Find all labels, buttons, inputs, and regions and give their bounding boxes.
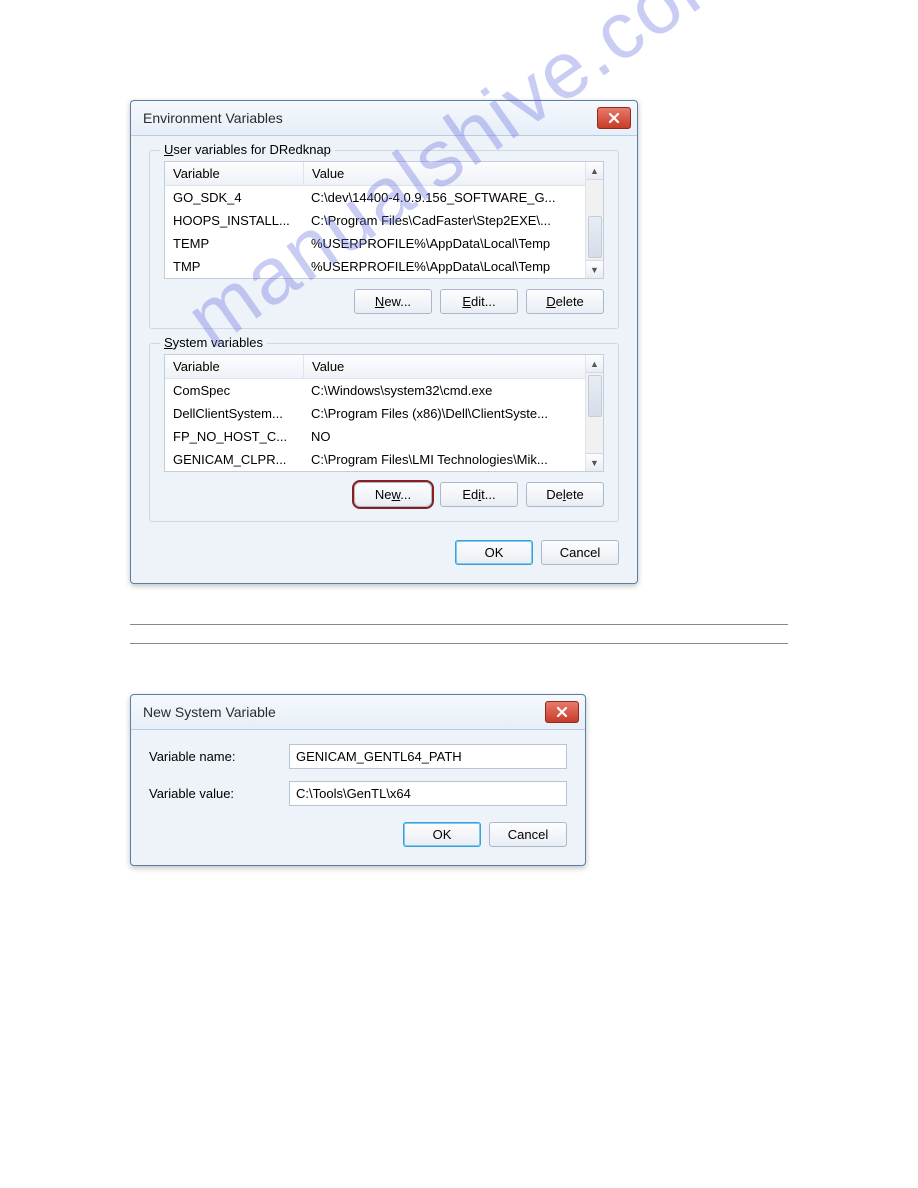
close-button[interactable] [597, 107, 631, 129]
table-row[interactable]: ComSpec C:\Windows\system32\cmd.exe [165, 379, 585, 402]
system-variables-table[interactable]: Variable Value ComSpec C:\Windows\system… [164, 354, 604, 472]
scroll-down-icon[interactable]: ▼ [586, 453, 603, 471]
variable-value-input[interactable] [289, 781, 567, 806]
ok-button[interactable]: OK [403, 822, 481, 847]
col-value[interactable]: Value [304, 162, 585, 185]
scroll-thumb[interactable] [588, 375, 602, 417]
table-row[interactable]: TEMP %USERPROFILE%\AppData\Local\Temp [165, 232, 585, 255]
table-row[interactable]: FP_NO_HOST_C... NO [165, 425, 585, 448]
table-header: Variable Value [165, 355, 585, 379]
user-variables-label: User variables for DRedknap [160, 142, 335, 157]
titlebar: New System Variable [131, 695, 585, 730]
close-icon [608, 112, 620, 124]
user-new-button[interactable]: New... [354, 289, 432, 314]
col-variable[interactable]: Variable [165, 162, 304, 185]
system-variables-group: System variables Variable Value ComSpec … [149, 343, 619, 522]
variable-name-input[interactable] [289, 744, 567, 769]
table-row[interactable]: GO_SDK_4 C:\dev\14400-4.0.9.156_SOFTWARE… [165, 186, 585, 209]
table-row[interactable]: GENICAM_CLPR... C:\Program Files\LMI Tec… [165, 448, 585, 471]
user-edit-button[interactable]: Edit... [440, 289, 518, 314]
scrollbar[interactable]: ▲ ▼ [585, 162, 603, 278]
user-delete-button[interactable]: Delete [526, 289, 604, 314]
ok-button[interactable]: OK [455, 540, 533, 565]
titlebar: Environment Variables [131, 101, 637, 136]
table-row[interactable]: TMP %USERPROFILE%\AppData\Local\Temp [165, 255, 585, 278]
scroll-up-icon[interactable]: ▲ [586, 355, 603, 373]
table-row[interactable]: DellClientSystem... C:\Program Files (x8… [165, 402, 585, 425]
user-variables-table[interactable]: Variable Value GO_SDK_4 C:\dev\14400-4.0… [164, 161, 604, 279]
close-button[interactable] [545, 701, 579, 723]
scroll-up-icon[interactable]: ▲ [586, 162, 603, 180]
cancel-button[interactable]: Cancel [489, 822, 567, 847]
new-system-variable-dialog: New System Variable Variable name: Varia… [130, 694, 586, 866]
scroll-thumb[interactable] [588, 216, 602, 258]
system-edit-button[interactable]: Edit... [440, 482, 518, 507]
scrollbar[interactable]: ▲ ▼ [585, 355, 603, 471]
col-variable[interactable]: Variable [165, 355, 304, 378]
col-value[interactable]: Value [304, 355, 585, 378]
dialog-title: New System Variable [143, 704, 276, 720]
user-variables-group: User variables for DRedknap Variable Val… [149, 150, 619, 329]
environment-variables-dialog: Environment Variables User variables for… [130, 100, 638, 584]
dialog-title: Environment Variables [143, 110, 283, 126]
table-row[interactable]: HOOPS_INSTALL... C:\Program Files\CadFas… [165, 209, 585, 232]
cancel-button[interactable]: Cancel [541, 540, 619, 565]
scroll-down-icon[interactable]: ▼ [586, 260, 603, 278]
system-variables-label: System variables [160, 335, 267, 350]
variable-value-label: Variable value: [149, 786, 289, 801]
table-header: Variable Value [165, 162, 585, 186]
horizontal-rules [130, 624, 788, 644]
system-new-button[interactable]: New... [354, 482, 432, 507]
variable-name-label: Variable name: [149, 749, 289, 764]
close-icon [556, 706, 568, 718]
system-delete-button[interactable]: Delete [526, 482, 604, 507]
